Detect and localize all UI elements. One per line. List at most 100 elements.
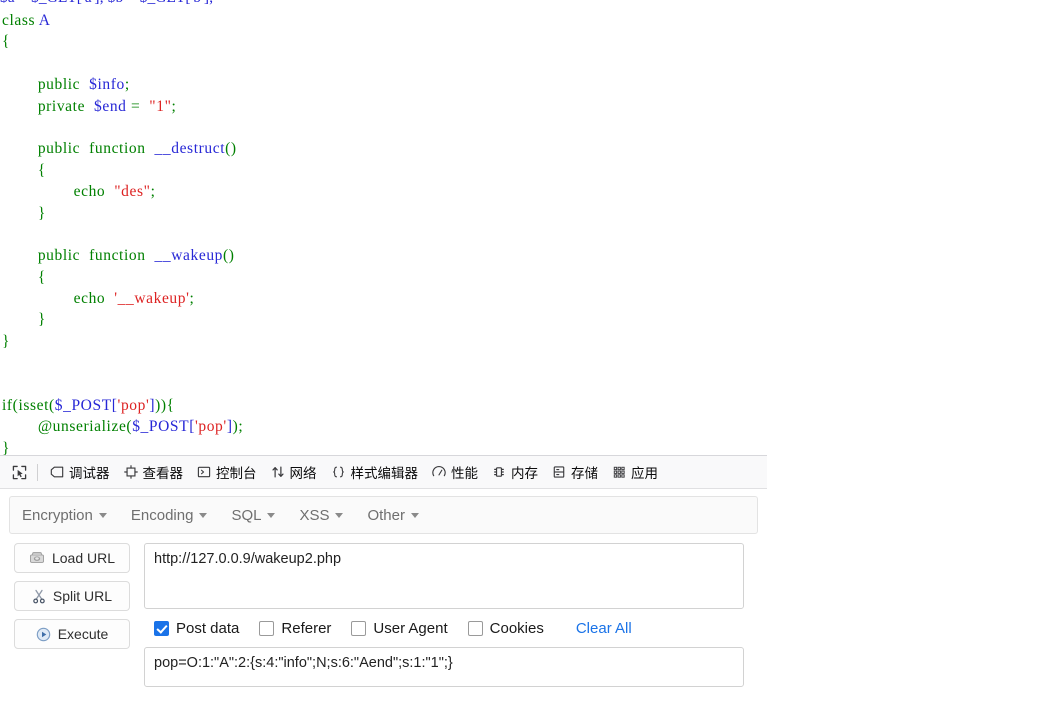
code-line: echo "des"; bbox=[2, 181, 1042, 202]
hackbar-menu-sql[interactable]: SQL bbox=[231, 507, 287, 524]
code-token: __wakeup bbox=[154, 247, 224, 265]
code-token: __destruct bbox=[154, 140, 226, 158]
load-url-icon bbox=[29, 551, 45, 565]
post-data-input[interactable]: pop=O:1:"A":2:{s:4:"info";N;s:6:"Aend";s… bbox=[144, 647, 744, 687]
split-url-button[interactable]: Split URL bbox=[14, 581, 130, 611]
code-line: { bbox=[2, 31, 1042, 52]
chevron-down-icon bbox=[199, 512, 208, 518]
button-label: Split URL bbox=[52, 588, 113, 604]
code-line: public $info; bbox=[2, 74, 1042, 95]
code-token: 'pop' bbox=[194, 418, 227, 436]
devtools-tab-5[interactable]: 样式编辑器 bbox=[324, 457, 426, 487]
devtools-tab-label: 查看器 bbox=[142, 466, 184, 481]
load-url-button[interactable]: Load URL bbox=[14, 543, 130, 573]
hackbar-menu-xss[interactable]: XSS bbox=[299, 507, 355, 524]
code-line: if(isset($_POST['pop'])){ bbox=[2, 395, 1042, 416]
storage-icon bbox=[552, 465, 566, 479]
checkbox-box[interactable] bbox=[467, 620, 483, 636]
chevron-down-icon bbox=[410, 512, 419, 518]
devtools-tab-6[interactable]: 性能 bbox=[425, 457, 485, 487]
code-line: } bbox=[2, 309, 1042, 330]
toolbar-divider bbox=[37, 463, 38, 481]
devtools-tab-3[interactable]: 控制台 bbox=[190, 457, 264, 487]
code-line: public function __destruct() bbox=[2, 138, 1042, 159]
hackbar-menu-label: XSS bbox=[299, 506, 330, 524]
memory-icon bbox=[492, 465, 506, 479]
checkbox-box[interactable] bbox=[154, 620, 169, 636]
code-token: ); bbox=[232, 418, 244, 436]
code-token: '__wakeup' bbox=[114, 290, 190, 308]
checkbox-box[interactable] bbox=[259, 620, 275, 636]
url-input[interactable]: http://127.0.0.9/wakeup2.php bbox=[144, 543, 744, 609]
code-token: "1" bbox=[144, 97, 172, 115]
php-source-code-view: $a = $_GET['a']; $b = $_GET['b']; class … bbox=[0, 0, 1042, 455]
code-token: A bbox=[38, 12, 51, 29]
inspector-icon bbox=[123, 465, 138, 479]
clear-all-link[interactable]: Clear All bbox=[576, 620, 632, 637]
checkbox-user-agent[interactable]: User Agent bbox=[351, 619, 448, 637]
execute-button[interactable]: Execute bbox=[14, 619, 130, 649]
code-token: isset bbox=[18, 397, 49, 415]
devtools-tab-2[interactable]: 查看器 bbox=[117, 457, 191, 487]
element-picker-icon[interactable] bbox=[6, 460, 32, 484]
devtools-tab-label: 存储 bbox=[571, 466, 598, 481]
style-editor-icon bbox=[331, 465, 346, 479]
code-token: echo bbox=[73, 290, 106, 308]
devtools-tab-label: 内存 bbox=[511, 466, 538, 481]
hackbar-menu-label: SQL bbox=[231, 506, 262, 524]
code-token: public bbox=[37, 76, 81, 94]
devtools-tab-8[interactable]: 存储 bbox=[545, 457, 605, 487]
checkbox-label: Referer bbox=[281, 619, 332, 637]
devtools-tab-label: 调试器 bbox=[69, 466, 110, 481]
code-line: { bbox=[2, 267, 1042, 288]
devtools-tab-label: 样式编辑器 bbox=[350, 466, 419, 481]
code-token: $_POST bbox=[132, 418, 190, 436]
code-token: )){ bbox=[155, 397, 175, 415]
code-clipped-line: $a = $_GET['a']; $b = $_GET['b']; bbox=[0, 0, 1042, 10]
checkbox-box[interactable] bbox=[351, 620, 367, 636]
code-token: } bbox=[37, 311, 46, 329]
checkbox-label: Cookies bbox=[489, 619, 544, 637]
code-line-partial: $a = $_GET['a']; $b = $_GET['b']; bbox=[0, 0, 1042, 10]
checkbox-cookies[interactable]: Cookies bbox=[467, 619, 544, 637]
code-token: } bbox=[2, 439, 11, 455]
code-token: public bbox=[37, 247, 81, 265]
chevron-down-icon bbox=[267, 512, 276, 518]
play-icon bbox=[36, 627, 51, 642]
devtools-tab-1[interactable]: 调试器 bbox=[43, 457, 117, 487]
devtools-tab-4[interactable]: 网络 bbox=[264, 457, 324, 487]
application-icon bbox=[612, 465, 626, 479]
devtools-tab-7[interactable]: 内存 bbox=[485, 457, 545, 487]
button-label: Execute bbox=[57, 626, 109, 642]
code-token: } bbox=[37, 204, 46, 222]
code-line: } bbox=[2, 331, 1042, 352]
checkbox-post-data[interactable]: Post data bbox=[154, 620, 239, 637]
code-token: () bbox=[225, 140, 237, 158]
checkbox-label: User Agent bbox=[373, 619, 448, 637]
button-label: Load URL bbox=[51, 550, 116, 566]
hackbar-menu-encoding[interactable]: Encoding bbox=[131, 507, 220, 524]
hackbar-menu-label: Encryption bbox=[22, 506, 93, 524]
code-token: { bbox=[37, 161, 46, 179]
code-block: class A { public $info; private $end = "1… bbox=[0, 10, 1042, 455]
code-token: ; bbox=[150, 183, 156, 201]
hackbar-menu-encryption[interactable]: Encryption bbox=[22, 507, 119, 524]
devtools-tab-9[interactable]: 应用 bbox=[605, 457, 665, 487]
hackbar-panel: Encryption Encoding SQL XSS Other Load URL Sp… bbox=[0, 489, 767, 724]
code-token: { bbox=[2, 33, 11, 51]
code-token: $end bbox=[94, 97, 127, 115]
checkbox-referer[interactable]: Referer bbox=[259, 620, 331, 637]
hackbar-menu-other[interactable]: Other bbox=[367, 507, 431, 524]
